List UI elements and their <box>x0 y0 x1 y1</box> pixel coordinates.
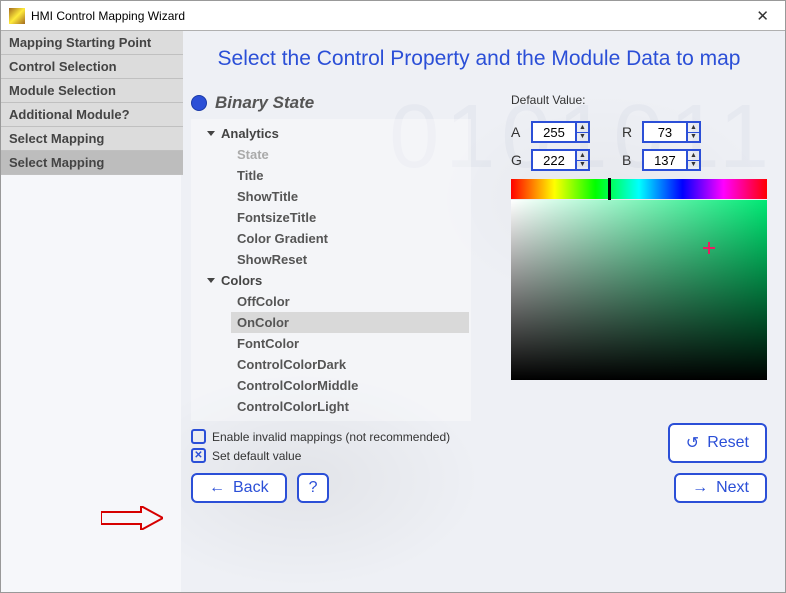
blue-stepper[interactable]: ▲▼ <box>642 149 701 171</box>
red-up-icon[interactable]: ▲ <box>688 123 699 133</box>
red-label: R <box>622 124 636 140</box>
hue-slider-thumb[interactable] <box>608 178 611 200</box>
sidebar-item-control-selection[interactable]: Control Selection <box>1 55 183 79</box>
arrow-left-icon: ← <box>209 479 225 497</box>
alpha-label: A <box>511 124 525 140</box>
green-input[interactable] <box>533 151 575 169</box>
tree-item-colorgradient[interactable]: Color Gradient <box>231 228 469 249</box>
alpha-up-icon[interactable]: ▲ <box>577 123 588 133</box>
selected-control-label: Binary State <box>215 93 314 113</box>
tree-item-controlcolormiddle[interactable]: ControlColorMiddle <box>231 375 469 396</box>
page-title: Select the Control Property and the Modu… <box>191 47 767 71</box>
red-input[interactable] <box>644 123 686 141</box>
red-stepper[interactable]: ▲▼ <box>642 121 701 143</box>
sidebar-item-select-mapping-2[interactable]: Select Mapping <box>1 151 183 175</box>
blue-down-icon[interactable]: ▼ <box>688 161 699 170</box>
tree-group-analytics[interactable]: Analytics <box>203 123 469 144</box>
tree-item-state[interactable]: State <box>231 144 469 165</box>
wizard-steps-sidebar: Mapping Starting Point Control Selection… <box>1 31 183 592</box>
window-title: HMI Control Mapping Wizard <box>31 9 748 23</box>
green-up-icon[interactable]: ▲ <box>577 151 588 161</box>
reset-button-label: Reset <box>707 434 749 452</box>
next-button-label: Next <box>716 479 749 497</box>
tree-item-controlcolorlight[interactable]: ControlColorLight <box>231 396 469 417</box>
binary-state-icon <box>191 95 207 111</box>
title-bar: HMI Control Mapping Wizard ✕ <box>1 1 785 31</box>
tree-item-showtitle[interactable]: ShowTitle <box>231 186 469 207</box>
property-tree: Analytics State Title ShowTitle Fontsize… <box>191 119 471 421</box>
close-icon[interactable]: ✕ <box>748 7 777 25</box>
tree-item-controlcolordark[interactable]: ControlColorDark <box>231 354 469 375</box>
alpha-down-icon[interactable]: ▼ <box>577 133 588 142</box>
help-button[interactable]: ? <box>297 473 330 503</box>
set-default-value-label: Set default value <box>212 449 301 463</box>
checkbox-icon <box>191 429 206 444</box>
tree-item-oncolor[interactable]: OnColor <box>231 312 469 333</box>
next-button[interactable]: → Next <box>674 473 767 503</box>
default-value-label: Default Value: <box>511 93 767 107</box>
tree-item-fontcolor[interactable]: FontColor <box>231 333 469 354</box>
reset-icon: ↺ <box>686 433 699 453</box>
checkbox-checked-icon: ✕ <box>191 448 206 463</box>
sv-cursor-icon <box>703 242 715 254</box>
set-default-value-checkbox[interactable]: ✕ Set default value <box>191 448 668 463</box>
reset-button[interactable]: ↺ Reset <box>668 423 767 463</box>
selected-control-header: Binary State <box>191 93 491 113</box>
help-button-label: ? <box>309 479 318 497</box>
saturation-value-picker[interactable] <box>511 200 767 380</box>
enable-invalid-mappings-checkbox[interactable]: Enable invalid mappings (not recommended… <box>191 429 668 444</box>
green-down-icon[interactable]: ▼ <box>577 161 588 170</box>
alpha-input[interactable] <box>533 123 575 141</box>
sidebar-item-additional-module[interactable]: Additional Module? <box>1 103 183 127</box>
arrow-right-icon: → <box>692 479 708 497</box>
tree-item-title[interactable]: Title <box>231 165 469 186</box>
tree-group-colors[interactable]: Colors <box>203 270 469 291</box>
blue-label: B <box>622 152 636 168</box>
alpha-stepper[interactable]: ▲▼ <box>531 121 590 143</box>
back-button[interactable]: ← Back <box>191 473 287 503</box>
green-label: G <box>511 152 525 168</box>
sidebar-item-select-mapping-1[interactable]: Select Mapping <box>1 127 183 151</box>
sidebar-item-mapping-start[interactable]: Mapping Starting Point <box>1 31 183 55</box>
app-icon <box>9 8 25 24</box>
blue-up-icon[interactable]: ▲ <box>688 151 699 161</box>
tree-item-fontsizetitle[interactable]: FontsizeTitle <box>231 207 469 228</box>
tree-item-showreset[interactable]: ShowReset <box>231 249 469 270</box>
red-down-icon[interactable]: ▼ <box>688 133 699 142</box>
sidebar-item-module-selection[interactable]: Module Selection <box>1 79 183 103</box>
back-button-label: Back <box>233 479 269 497</box>
tree-item-offcolor[interactable]: OffColor <box>231 291 469 312</box>
enable-invalid-mappings-label: Enable invalid mappings (not recommended… <box>212 430 450 444</box>
green-stepper[interactable]: ▲▼ <box>531 149 590 171</box>
hue-slider[interactable] <box>511 179 767 199</box>
blue-input[interactable] <box>644 151 686 169</box>
